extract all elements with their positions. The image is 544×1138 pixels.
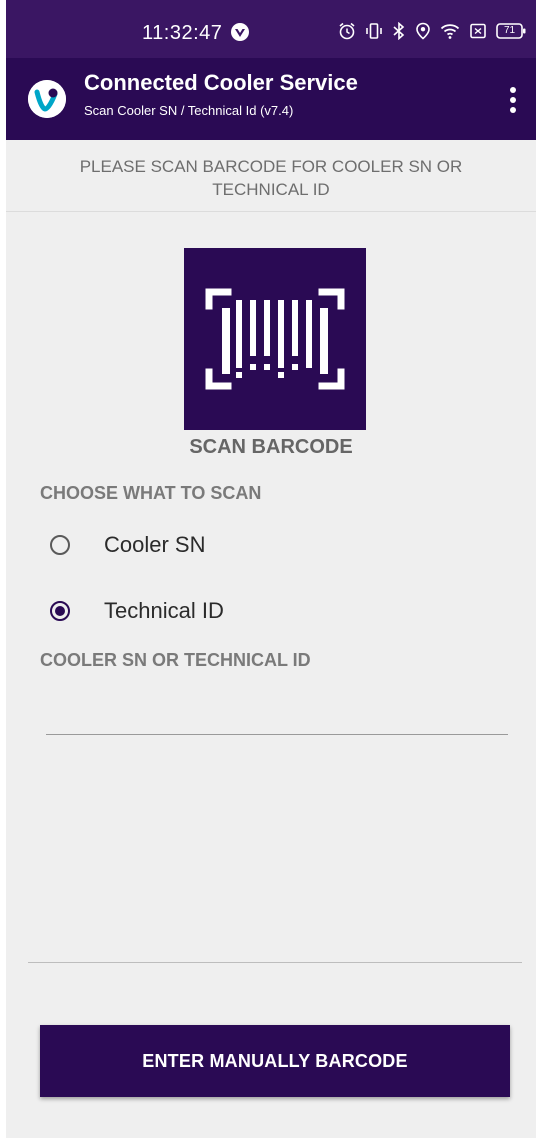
radio-technical-id[interactable]: Technical ID (50, 591, 224, 631)
app-title: Connected Cooler Service (84, 70, 358, 95)
wifi-icon (440, 24, 460, 39)
radio-label-cooler-sn: Cooler SN (104, 532, 206, 557)
radio-label-technical-id: Technical ID (104, 598, 224, 623)
scan-screen: PLEASE SCAN BARCODE FOR COOLER SN OR TEC… (6, 140, 536, 1138)
overflow-menu-icon[interactable] (500, 80, 526, 120)
divider (28, 962, 522, 963)
app-subtitle: Scan Cooler SN / Technical Id (v7.4) (84, 103, 294, 118)
phone-screen: 11:32:47 71 Connected Cooler Service Sca… (6, 0, 536, 1138)
status-bar: 11:32:47 71 (6, 0, 536, 58)
notification-app-icon (230, 22, 250, 47)
barcode-scan-icon (205, 288, 345, 390)
app-bar: Connected Cooler Service Scan Cooler SN … (6, 58, 536, 140)
status-icons: 71 (338, 22, 526, 40)
bluetooth-icon (393, 22, 405, 40)
alarm-icon (339, 22, 355, 40)
sn-field-heading: COOLER SN OR TECHNICAL ID (40, 650, 311, 670)
nfc-icon (470, 23, 486, 39)
vibrate-icon (366, 23, 382, 39)
cooler-sn-input[interactable] (46, 688, 508, 735)
battery-level: 71 (503, 25, 516, 36)
scan-barcode-label: SCAN BARCODE (189, 436, 353, 458)
app-logo-icon (28, 80, 66, 118)
instruction-text: PLEASE SCAN BARCODE FOR COOLER SN OR TEC… (6, 140, 536, 212)
status-time: 11:32:47 (142, 22, 223, 44)
location-icon (416, 22, 430, 40)
battery-icon: 71 (496, 22, 526, 40)
enter-manually-button[interactable]: ENTER MANUALLY BARCODE (40, 1025, 510, 1097)
radio-selected-dot (55, 606, 65, 616)
radio-button-unchecked[interactable] (50, 535, 70, 555)
scan-barcode-button[interactable] (184, 248, 366, 430)
radio-button-checked[interactable] (50, 601, 70, 621)
choose-scan-heading: CHOOSE WHAT TO SCAN (40, 483, 262, 503)
radio-cooler-sn[interactable]: Cooler SN (50, 525, 205, 565)
